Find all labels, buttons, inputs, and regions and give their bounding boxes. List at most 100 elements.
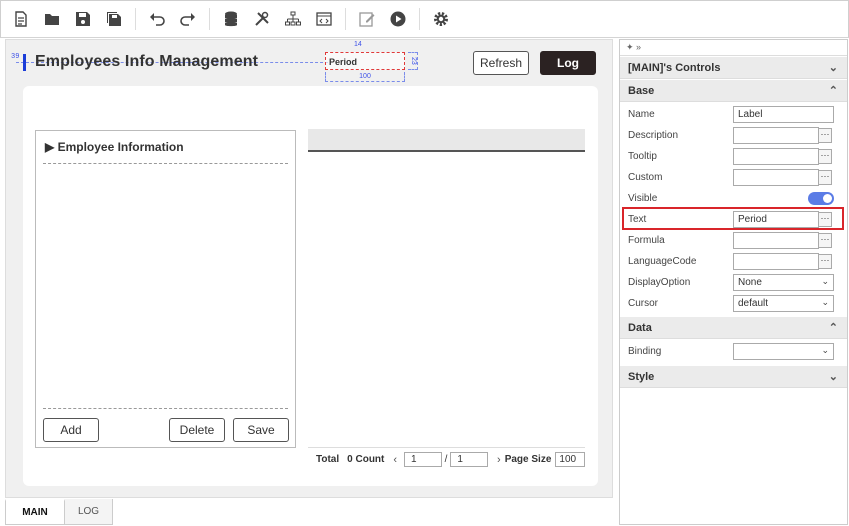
save-button[interactable]: Save (233, 418, 289, 442)
grid-footer: Total 0 Count ‹ 1 / 1 › Page Size 100 (308, 447, 585, 471)
property-row-description: Description ··· (620, 125, 847, 146)
add-button[interactable]: Add (43, 418, 99, 442)
style-section-header[interactable]: Style ⌄ (620, 366, 847, 388)
custom-label: Custom (628, 172, 663, 183)
chevron-down-icon: ⌄ (821, 297, 829, 307)
settings-icon[interactable] (431, 9, 451, 29)
refresh-button[interactable]: Refresh (473, 51, 529, 75)
custom-input[interactable] (733, 169, 819, 186)
next-page-icon[interactable]: › (497, 454, 501, 466)
property-row-visible: Visible (620, 188, 847, 209)
grid-header (308, 129, 585, 152)
save-all-icon[interactable] (104, 9, 124, 29)
data-section-header[interactable]: Data ⌃ (620, 317, 847, 339)
employee-information-label: Employee Information (57, 140, 184, 154)
tab-log[interactable]: LOG (65, 499, 113, 525)
base-section-header[interactable]: Base ⌃ (620, 80, 847, 102)
code-window-icon[interactable] (314, 9, 334, 29)
base-title: Base (628, 85, 655, 97)
employee-information-box: ▶ Employee Information Add Delete Save (35, 130, 296, 448)
controls-title: [MAIN]'s Controls (628, 62, 721, 74)
divider (43, 163, 288, 164)
property-row-binding: Binding ⌄ (620, 341, 847, 362)
chevron-up-icon: ⌃ (828, 322, 838, 334)
tooltip-more-button[interactable]: ··· (818, 149, 832, 164)
toolbar-separator (209, 8, 210, 30)
displayoption-select[interactable]: None ⌄ (733, 274, 834, 291)
title-accent-bar (23, 54, 26, 71)
tooltip-input[interactable] (733, 148, 819, 165)
tab-main[interactable]: MAIN (5, 499, 65, 525)
page-title[interactable]: Employees Info Management (35, 53, 258, 71)
chevron-down-icon: ⌄ (828, 62, 838, 74)
displayoption-value: None (738, 277, 762, 288)
property-row-custom: Custom ··· (620, 167, 847, 188)
cursor-value: default (738, 298, 769, 309)
toolbar-separator (345, 8, 346, 30)
new-file-icon[interactable] (11, 9, 31, 29)
chevron-down-icon: ⌄ (821, 276, 829, 286)
languagecode-label: LanguageCode (628, 256, 697, 267)
cursor-select[interactable]: default ⌄ (733, 295, 834, 312)
selected-period-label[interactable]: Period (325, 52, 405, 70)
total-pages-field: 1 (450, 452, 489, 467)
delete-button[interactable]: Delete (169, 418, 225, 442)
controls-section-header[interactable]: [MAIN]'s Controls ⌄ (620, 57, 847, 79)
panel-pin-expand-icons[interactable]: ✦ » (620, 40, 847, 56)
tools-icon[interactable] (252, 9, 272, 29)
page-size-label: Page Size (504, 454, 552, 465)
prev-page-icon[interactable]: ‹ (393, 454, 397, 466)
current-page-input[interactable]: 1 (404, 452, 442, 467)
languagecode-more-button[interactable]: ··· (818, 254, 832, 269)
chevron-down-icon: ⌄ (828, 371, 838, 383)
formula-more-button[interactable]: ··· (818, 233, 832, 248)
run-icon[interactable] (388, 9, 408, 29)
property-row-text: Text Period ··· (620, 209, 847, 230)
title-marker-value: 39 (11, 53, 20, 61)
property-row-tooltip: Tooltip ··· (620, 146, 847, 167)
tab-bar: MAIN LOG (5, 499, 113, 525)
redo-icon[interactable] (178, 9, 198, 29)
log-button[interactable]: Log (540, 51, 596, 75)
description-input[interactable] (733, 127, 819, 144)
design-canvas[interactable]: 39 Employees Info Management 14 Period 2… (5, 39, 613, 498)
name-label: Name (628, 109, 655, 120)
open-folder-icon[interactable] (42, 9, 62, 29)
employee-information-title[interactable]: ▶ Employee Information (45, 140, 184, 154)
dimension-top: 14 (354, 41, 362, 48)
cursor-label: Cursor (628, 298, 659, 309)
name-input[interactable]: Label (733, 106, 834, 123)
languagecode-input[interactable] (733, 253, 819, 270)
text-input[interactable]: Period (733, 211, 819, 228)
toolbar-separator (135, 8, 136, 30)
binding-label: Binding (628, 346, 662, 357)
description-more-button[interactable]: ··· (818, 128, 832, 143)
data-title: Data (628, 322, 652, 334)
toolbar-separator (419, 8, 420, 30)
style-title: Style (628, 371, 655, 383)
save-icon[interactable] (73, 9, 93, 29)
text-more-button[interactable]: ··· (818, 212, 832, 227)
page-size-input[interactable]: 100 (555, 452, 585, 467)
toggle-knob (823, 194, 832, 203)
database-icon[interactable] (221, 9, 241, 29)
page-slash: / (444, 454, 448, 465)
count-label: 0 Count (347, 454, 385, 465)
edit-icon[interactable] (357, 9, 377, 29)
custom-more-button[interactable]: ··· (818, 170, 832, 185)
binding-select[interactable]: ⌄ (733, 343, 834, 360)
hierarchy-icon[interactable] (283, 9, 303, 29)
chevron-up-icon: ⌃ (828, 85, 838, 97)
chevron-down-icon: ⌄ (821, 345, 829, 355)
total-label: Total (316, 454, 340, 465)
displayoption-label: DisplayOption (628, 277, 691, 288)
undo-icon[interactable] (147, 9, 167, 29)
visible-toggle[interactable] (808, 192, 834, 205)
formula-input[interactable] (733, 232, 819, 249)
properties-panel: ✦ » [MAIN]'s Controls ⌄ Base ⌃ Name Labe… (619, 39, 848, 525)
toolbar (0, 0, 849, 38)
property-row-languagecode: LanguageCode ··· (620, 251, 847, 272)
data-grid[interactable]: Total 0 Count ‹ 1 / 1 › Page Size 100 (308, 129, 585, 471)
text-label: Text (628, 214, 647, 225)
description-label: Description (628, 130, 679, 141)
